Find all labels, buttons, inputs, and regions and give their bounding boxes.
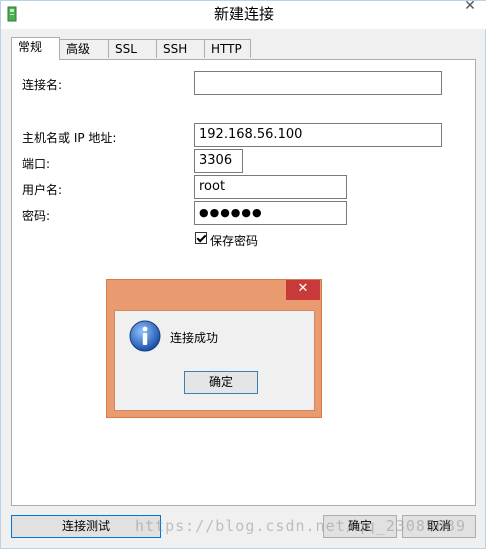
connection-name-input[interactable] (199, 72, 441, 94)
info-icon (129, 320, 161, 352)
host-field[interactable]: 192.168.56.100 (194, 123, 442, 147)
title-bar: 新建连接 ✕ (1, 0, 486, 29)
close-icon: ✕ (297, 281, 309, 296)
success-dialog: ✕ 连接成功 确定 (106, 279, 322, 418)
host-label: 主机名或 IP 地址: (22, 131, 117, 145)
password-label: 密码: (22, 209, 51, 223)
username-field[interactable]: root (194, 175, 347, 199)
close-icon: ✕ (464, 0, 476, 14)
port-label: 端口: (22, 157, 51, 171)
connection-name-field[interactable] (194, 71, 442, 95)
dialog-body: 连接成功 确定 (114, 310, 315, 411)
save-password-label: 保存密码 (210, 234, 259, 248)
test-connection-button[interactable]: 连接测试 (11, 515, 161, 538)
save-password-checkbox[interactable] (195, 232, 207, 244)
tab-advanced[interactable]: 高级 (59, 39, 110, 58)
window-title: 新建连接 (213, 5, 274, 23)
tab-http[interactable]: HTTP (204, 39, 251, 58)
tab-ssh[interactable]: SSH (156, 39, 206, 58)
password-field[interactable]: ●●●●●● (194, 201, 347, 225)
port-field[interactable]: 3306 (194, 149, 243, 173)
connection-name-label: 连接名: (22, 78, 63, 92)
tab-ssl[interactable]: SSL (108, 39, 157, 58)
username-label: 用户名: (22, 183, 63, 197)
dialog-message: 连接成功 (170, 331, 219, 345)
dialog-close-button[interactable]: ✕ (286, 280, 320, 300)
ok-button[interactable]: 确定 (323, 515, 397, 538)
new-connection-window: 新建连接 ✕ 常规 高级 SSL SSH HTTP 连接名: 主机名或 IP 地… (0, 0, 486, 549)
dialog-ok-button[interactable]: 确定 (184, 371, 258, 394)
window-close-button[interactable]: ✕ (455, 0, 485, 17)
cancel-button[interactable]: 取消 (402, 515, 476, 538)
tab-general[interactable]: 常规 (11, 37, 60, 60)
